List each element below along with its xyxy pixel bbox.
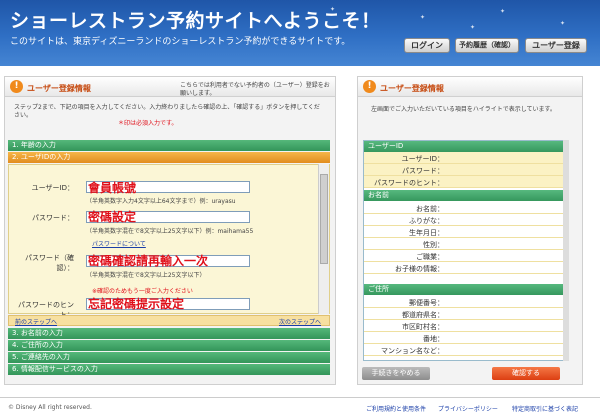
confirm-note: ※確認のためもう一度ご入力ください: [92, 288, 193, 295]
step-name[interactable]: 3. お名前の入力: [8, 328, 330, 339]
step-newsletter[interactable]: 6. 情報配信サービスの入力: [8, 364, 330, 375]
table-row: パスワード：: [364, 164, 568, 176]
reservation-history-button[interactable]: 予約履歴（確認）: [455, 38, 519, 53]
required-note: ＊印は必須入力です。: [118, 120, 178, 127]
user-id-annotation: 會員帳號: [88, 181, 137, 195]
sparkle-icon: ✦: [330, 6, 336, 13]
site-header: ショーレストラン予約サイトへようこそ！ このサイトは、東京ディズニーランドのショ…: [0, 0, 600, 66]
panel-title: ユーザー登録情報: [380, 84, 444, 93]
password-hint-annotation: 忘記密碼提示設定: [88, 297, 185, 311]
prev-step-link[interactable]: 前のステップへ: [15, 317, 57, 326]
step-address[interactable]: 4. ご住所の入力: [8, 340, 330, 351]
table-row: 市区町村名：: [364, 320, 568, 332]
password-help-link[interactable]: パスワードについて: [92, 239, 146, 248]
sparkle-icon: ✦: [420, 14, 426, 21]
password-annotation: 密碼設定: [88, 210, 137, 224]
cancel-button[interactable]: 手続きをやめる: [362, 367, 430, 380]
step-contact[interactable]: 5. ご連絡先の入力: [8, 352, 330, 363]
table-row: 生年月日：: [364, 226, 568, 238]
summary-description: 左画面でご入力いただいている項目をハイライトで表示しています。: [371, 106, 556, 113]
table-row: お子様の情報：: [364, 262, 568, 274]
table-row: 番地：: [364, 332, 568, 344]
intro-text: こちらでは利用者でない予約者の（ユーザー）登録をお願いします。: [180, 82, 330, 97]
table-row: マンション名など：: [364, 344, 568, 356]
user-register-button[interactable]: ユーザー登録: [525, 38, 587, 53]
password-confirm-hint: （半角英数字混在で8文字以上25文字以下）: [86, 272, 206, 279]
step-navigation: 前のステップへ 次のステップへ: [8, 315, 330, 326]
table-row: ユーザーID：: [364, 152, 568, 164]
login-button[interactable]: ログイン: [404, 38, 450, 53]
table-row: 性別：: [364, 238, 568, 250]
user-id-hint: （半角英数字入力4文字以上64文字まで）例：urayasu: [86, 198, 236, 205]
privacy-link[interactable]: プライバシーポリシー: [438, 404, 498, 413]
table-row: 郵便番号：: [364, 296, 568, 308]
password-hint: （半角英数字混在で8文字以上25文字以下）例：maihama55: [86, 228, 254, 235]
section-address: ご住所: [364, 284, 568, 295]
password-label: パスワード：: [32, 214, 74, 222]
commerce-law-link[interactable]: 特定商取引に基づく表記: [512, 404, 578, 413]
summary-scrollbar[interactable]: [563, 140, 569, 361]
form-scrollbar[interactable]: [318, 164, 329, 314]
next-step-link[interactable]: 次のステップへ: [279, 317, 321, 326]
instruction-text: ステップ2まで、下記の項目を入力してください。入力終わりましたら確認の上、「確認…: [14, 104, 320, 119]
password-confirm-annotation: 密碼確認請再輸入一次: [88, 254, 209, 268]
site-title: ショーレストラン予約サイトへようこそ！: [10, 10, 381, 32]
summary-table: ユーザーID ユーザーID： パスワード： パスワードのヒント： お名前 お名前…: [363, 140, 569, 361]
sparkle-icon: ✦: [470, 24, 476, 31]
sparkle-icon: ✦: [500, 8, 506, 15]
password-confirm-label: パスワード（確認）：: [25, 254, 74, 272]
sparkle-icon: ✦: [560, 20, 566, 27]
table-row: お名前：: [364, 202, 568, 214]
panel-header: ! ユーザー登録情報: [358, 77, 582, 97]
step-age[interactable]: 1. 年齢の入力: [8, 140, 330, 151]
site-footer: © Disney All right reserved. ご利用規約と使用条件 …: [0, 397, 600, 418]
table-row: 都道府県名：: [364, 308, 568, 320]
info-icon: !: [363, 80, 376, 93]
user-id-label: ユーザーID：: [31, 184, 74, 192]
copyright: © Disney All right reserved.: [8, 404, 92, 411]
confirm-button[interactable]: 確認する: [492, 367, 560, 380]
info-icon: !: [10, 80, 23, 93]
table-row: ふりがな：: [364, 214, 568, 226]
step-user-id[interactable]: 2. ユーザIDの入力: [8, 152, 330, 163]
terms-link[interactable]: ご利用規約と使用条件: [366, 404, 426, 413]
site-subtitle: このサイトは、東京ディズニーランドのショーレストラン予約ができるサイトです。: [10, 37, 351, 47]
panel-title: ユーザー登録情報: [27, 84, 91, 93]
table-row: パスワードのヒント：: [364, 176, 568, 188]
section-user-id: ユーザーID: [364, 141, 568, 152]
section-name: お名前: [364, 190, 568, 201]
table-row: ご職業：: [364, 250, 568, 262]
